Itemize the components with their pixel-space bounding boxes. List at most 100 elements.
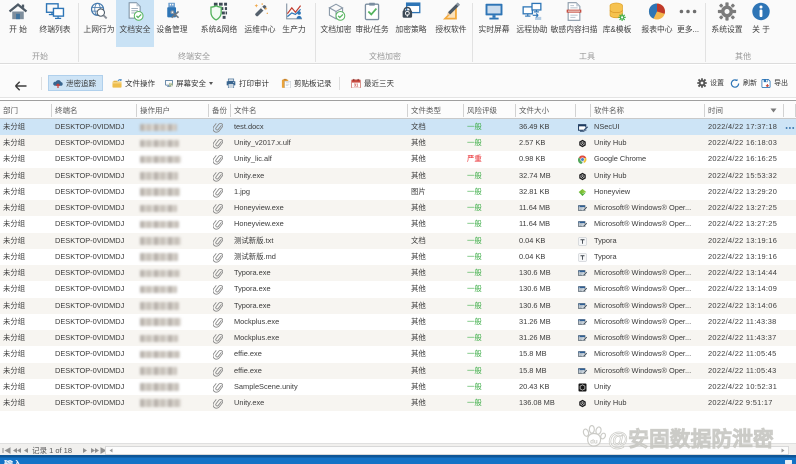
ribbon-item-terminal-list[interactable]: 终端列表 — [36, 0, 74, 47]
paperclip-icon[interactable] — [213, 252, 223, 263]
cell-software: Unity Hub — [591, 168, 705, 184]
ribbon-item-web-behavior[interactable]: 上网行为 — [80, 0, 118, 47]
paperclip-icon[interactable] — [213, 219, 223, 230]
toolbar-separator — [339, 77, 340, 90]
paperclip-icon[interactable] — [213, 301, 223, 312]
ribbon-item-live-screen[interactable]: 实时屏幕 — [475, 0, 513, 47]
watermark: du@安固数据防泄密 — [579, 420, 794, 452]
ribbon-item-remote-assist[interactable]: 远程协助 — [513, 0, 551, 47]
grid-row[interactable]: 未分组DESKTOP-0VIDMDJTypora.exe其他一般130.6 MB… — [0, 298, 796, 314]
column-header-risk[interactable]: 风险评级 — [464, 104, 516, 117]
grid-row[interactable]: 未分组DESKTOP-0VIDMDJeffie.exe其他一般15.8 MBMi… — [0, 346, 796, 362]
paperclip-icon[interactable] — [213, 268, 223, 279]
cell-risk: 一般 — [464, 216, 516, 232]
ribbon-group-separator — [472, 3, 473, 62]
nav-first-button[interactable] — [2, 447, 12, 454]
action-export[interactable]: 导出 — [757, 75, 791, 91]
date-filter-button[interactable]: 31最近三天 — [347, 75, 399, 91]
ribbon-item-productivity[interactable]: 生产力 — [275, 0, 313, 47]
action-refresh[interactable]: 刷新 — [726, 75, 758, 91]
column-header-dept[interactable]: 部门 — [0, 104, 52, 117]
cell-software: Typora — [591, 249, 705, 265]
column-header-appicon[interactable] — [576, 104, 591, 117]
ribbon-item-ops-center[interactable]: 运维中心 — [241, 0, 279, 47]
ribbon-item-approval-task[interactable]: 审批/任务 — [349, 0, 395, 47]
grid-row[interactable]: 未分组DESKTOP-0VIDMDJ测试新版.txt文档一般0.04 KBTyp… — [0, 233, 796, 249]
cell-software: NSecUI — [591, 119, 705, 135]
ribbon-item-licensed-software[interactable]: 授权软件 — [432, 0, 470, 47]
grid-row[interactable]: 未分组DESKTOP-0VIDMDJTypora.exe其他一般130.6 MB… — [0, 281, 796, 297]
ribbon-item-document-security[interactable]: 文档安全 — [116, 0, 154, 47]
paperclip-icon[interactable] — [213, 138, 223, 149]
paperclip-icon[interactable] — [213, 122, 223, 133]
ribbon-item-device-manage[interactable]: 设备管理 — [153, 0, 191, 47]
paperclip-icon[interactable] — [213, 187, 223, 198]
grid-row[interactable]: 未分组DESKTOP-0VIDMDJUnity_lic.alf其他严重0.98 … — [0, 151, 796, 167]
back-arrow-icon[interactable] — [14, 81, 27, 91]
ribbon-item-about[interactable]: 关 于 — [742, 0, 780, 47]
paperclip-icon[interactable] — [213, 366, 223, 377]
tab-leak-trace[interactable]: 泄密追踪 — [48, 75, 103, 91]
tab-clipboard-log[interactable]: 剪贴板记录 — [277, 75, 335, 91]
grid-row[interactable]: 未分组DESKTOP-0VIDMDJUnity_v2017.x.ulf其他一般2… — [0, 135, 796, 151]
filter-dropdown-icon[interactable] — [770, 108, 777, 113]
tab-print-audit-label: 打印审计 — [239, 78, 269, 89]
grid-row[interactable]: 未分组DESKTOP-0VIDMDJ1.jpg图片一般32.81 KBHoney… — [0, 184, 796, 200]
paperclip-icon[interactable] — [213, 236, 223, 247]
ribbon-group-separator — [705, 3, 706, 62]
grid-row[interactable]: 未分组DESKTOP-0VIDMDJeffie.exe其他一般15.8 MBMi… — [0, 363, 796, 379]
grid-row[interactable]: 未分组DESKTOP-0VIDMDJTypora.exe其他一般130.6 MB… — [0, 265, 796, 281]
tab-file-ops[interactable]: 文件操作 — [108, 75, 158, 91]
grid-row[interactable]: 未分组DESKTOP-0VIDMDJMockplus.exe其他一般31.26 … — [0, 330, 796, 346]
cell-terminal: DESKTOP-0VIDMDJ — [52, 168, 137, 184]
grid-row[interactable]: 未分组DESKTOP-0VIDMDJUnity.exe其他一般136.08 MB… — [0, 395, 796, 411]
action-settings-gear[interactable]: 设置 — [693, 75, 725, 91]
nav-next-page-button[interactable] — [90, 447, 100, 454]
date-filter-button-label: 最近三天 — [364, 78, 394, 89]
grid-row[interactable]: 未分组DESKTOP-0VIDMDJHoneyview.exe其他一般11.64… — [0, 216, 796, 232]
paperclip-icon[interactable] — [213, 382, 223, 393]
paperclip-icon[interactable] — [213, 203, 223, 214]
cell-filename: Typora.exe — [231, 298, 408, 314]
cell-filename: Unity.exe — [231, 168, 408, 184]
column-header-extra[interactable] — [784, 104, 796, 117]
grid-row[interactable]: 未分组DESKTOP-0VIDMDJSampleScene.unity其他一般2… — [0, 379, 796, 395]
paperclip-icon[interactable] — [213, 398, 223, 409]
nav-prev-page-button[interactable] — [12, 447, 22, 454]
paperclip-icon[interactable] — [213, 154, 223, 165]
ribbon-item-home[interactable]: 开 始 — [0, 0, 37, 47]
grid-row[interactable]: 未分组DESKTOP-0VIDMDJHoneyview.exe其他一般11.64… — [0, 200, 796, 216]
column-header-filetype[interactable]: 文件类型 — [408, 104, 464, 117]
ribbon-item-sensitive-scan[interactable]: 敏感内容扫描 — [547, 0, 601, 47]
tab-print-audit[interactable]: 打印审计 — [222, 75, 272, 91]
paperclip-icon[interactable] — [213, 349, 223, 360]
grid-row[interactable]: 未分组DESKTOP-0VIDMDJ测试新版.md其他一般0.04 KBTypo… — [0, 249, 796, 265]
paperclip-icon[interactable] — [213, 284, 223, 295]
paperclip-icon[interactable] — [213, 171, 223, 182]
grid-row[interactable]: 未分组DESKTOP-0VIDMDJtest.docx文档一般36.49 KBN… — [0, 119, 796, 135]
scroll-left-icon[interactable] — [107, 448, 116, 453]
column-header-terminal[interactable]: 终端名 — [52, 104, 137, 117]
column-header-filename[interactable]: 文件名 — [231, 104, 408, 117]
blurred-user-cell — [140, 286, 177, 294]
ribbon-item-encrypt-policy[interactable]: 加密策略 — [392, 0, 430, 47]
paperclip-icon[interactable] — [213, 333, 223, 344]
cell-dept: 未分组 — [0, 216, 52, 232]
grid-row[interactable]: 未分组DESKTOP-0VIDMDJUnity.exe其他一般32.74 MBU… — [0, 168, 796, 184]
column-header-software[interactable]: 软件名称 — [591, 104, 705, 117]
ribbon-item-label: 库&模板 — [603, 25, 632, 34]
column-header-backup[interactable]: 备份 — [209, 104, 231, 117]
grid-row[interactable]: 未分组DESKTOP-0VIDMDJMockplus.exe其他一般31.26 … — [0, 314, 796, 330]
ribbon-item-label: 实时屏幕 — [478, 25, 509, 34]
column-header-time[interactable]: 时间 — [705, 104, 784, 117]
ribbon-item-system-network[interactable]: 系统&网络 — [196, 0, 242, 47]
ribbon-item-library-template[interactable]: 库&模板 — [598, 0, 636, 47]
tab-screen-security-label: 屏幕安全 — [176, 78, 206, 89]
column-header-user[interactable]: 操作用户 — [137, 104, 209, 117]
paperclip-icon[interactable] — [213, 317, 223, 328]
row-more-button[interactable] — [785, 119, 795, 135]
unityhub-app-icon — [578, 139, 587, 148]
ribbon-item-system-settings[interactable]: 系统设置 — [708, 0, 746, 47]
column-header-filesize[interactable]: 文件大小 — [516, 104, 576, 117]
tab-screen-security[interactable]: 屏幕安全 — [161, 75, 213, 91]
